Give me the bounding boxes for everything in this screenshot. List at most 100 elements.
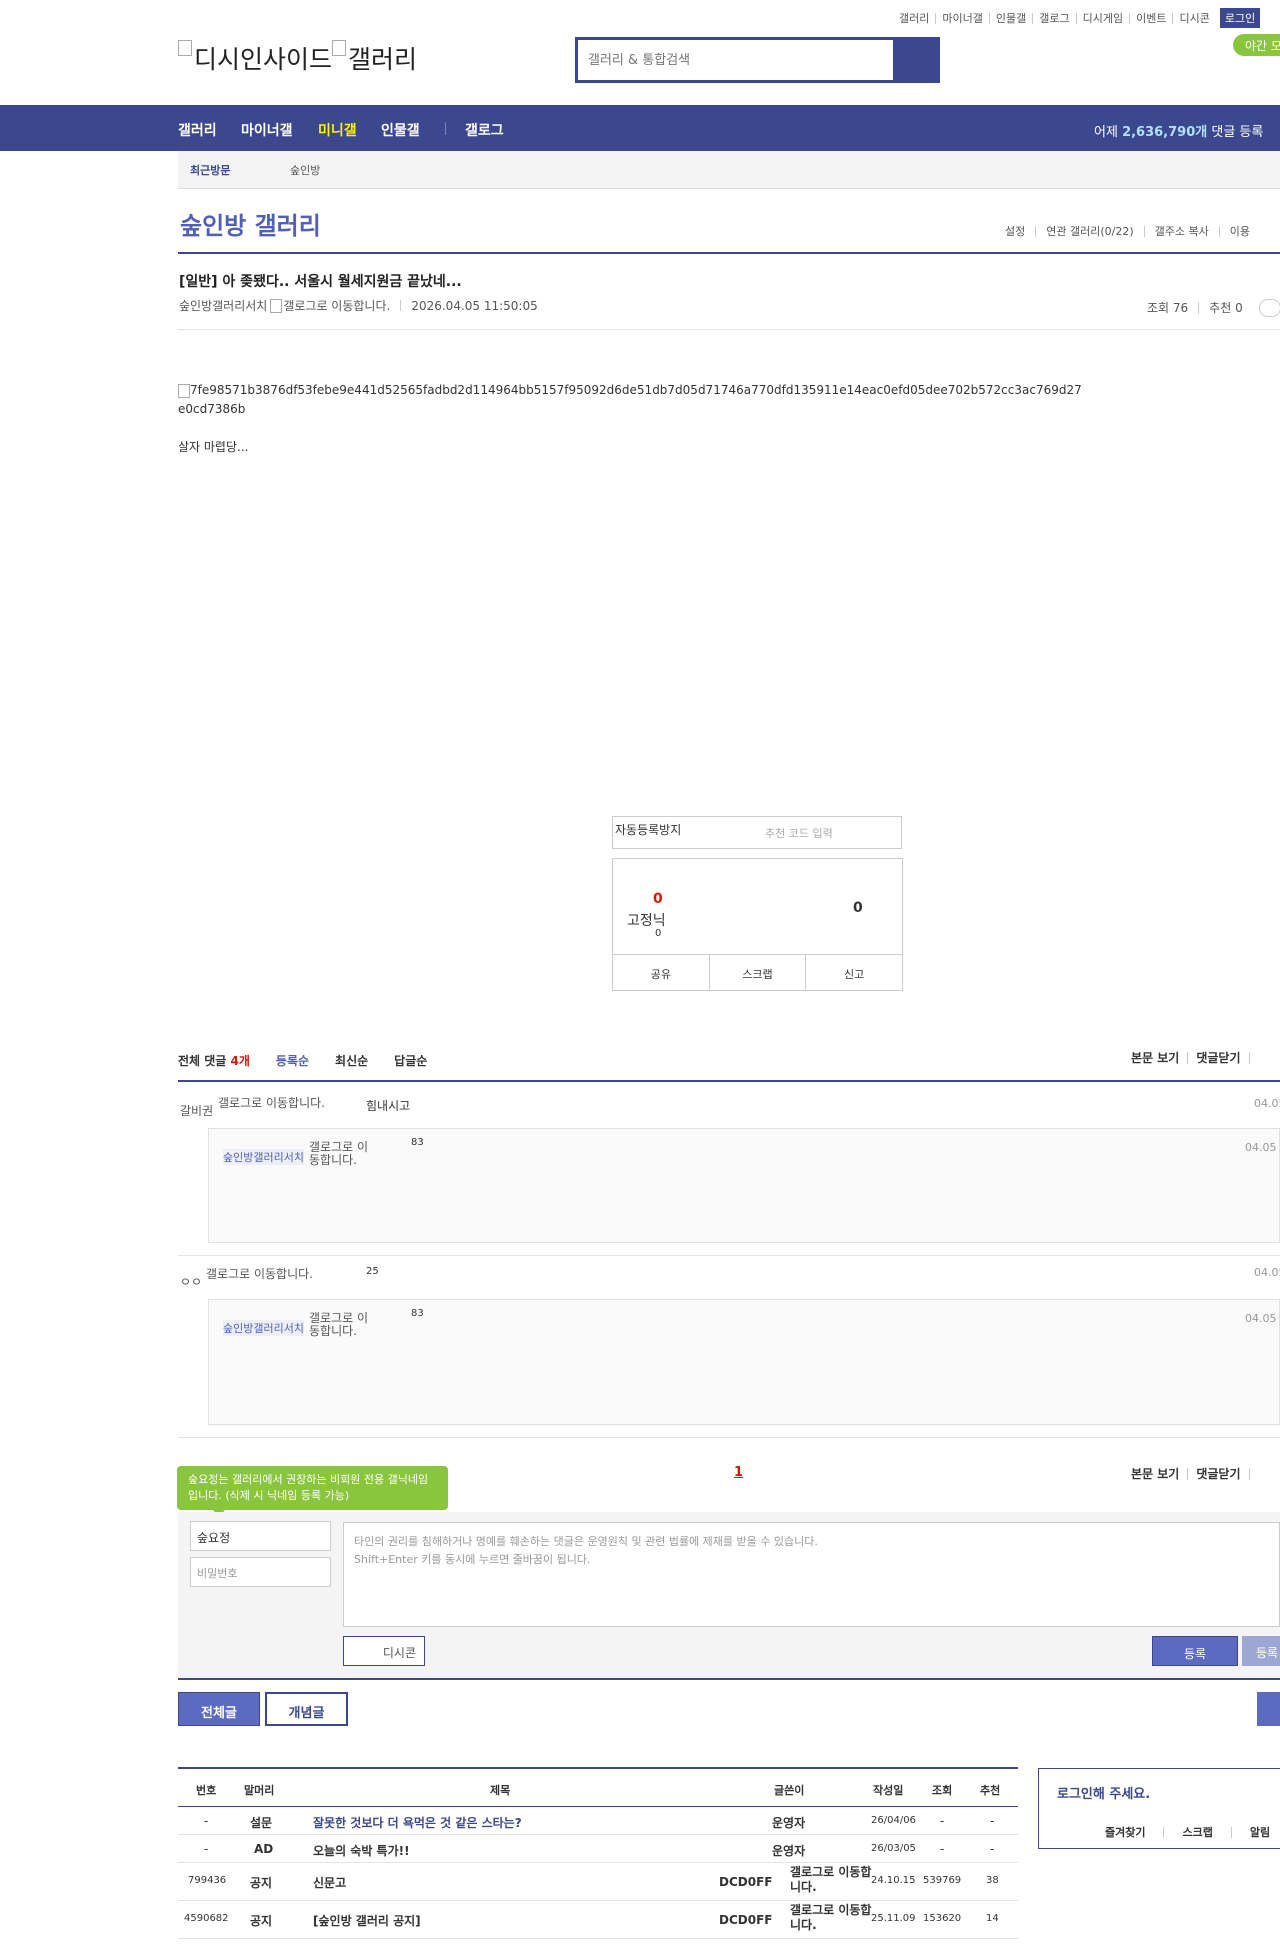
- scrap-link[interactable]: 스크랩: [1163, 1827, 1230, 1838]
- post-author[interactable]: 숲인방갤러리서치: [179, 297, 267, 314]
- post-info: 숲인방갤러리서치 갤로그로 이동합니다. 2026.04.05 11:50:05: [179, 297, 538, 314]
- gallog-link[interactable]: 갤로그로 이동합니다.: [283, 297, 390, 314]
- more-icon[interactable]: [1258, 299, 1280, 317]
- post-date: 2026.04.05 11:50:05: [411, 298, 538, 313]
- comment-gallog-link[interactable]: 갤로그로 이동합니다.: [206, 1268, 336, 1281]
- table-row[interactable]: - 설문 잘못한 것보다 더 욕먹은 것 같은 스타는? 운영자 26/04/0…: [178, 1807, 1018, 1835]
- related-galleries[interactable]: 연관 갤러리(0/22): [1035, 226, 1143, 237]
- divider: [178, 1080, 1280, 1082]
- table-row[interactable]: - AD 오늘의 숙박 특가!! 운영자 26/03/05 - -: [178, 1835, 1018, 1863]
- nav-mini[interactable]: 미니갤: [318, 120, 357, 140]
- gallery-title[interactable]: 숲인방 갤러리: [180, 206, 321, 241]
- page-number[interactable]: 1: [734, 1465, 743, 1480]
- login-prompt[interactable]: 로그인해 주세요.: [1057, 1783, 1150, 1802]
- comment-view-options-bottom: 본문 보기 댓글닫기: [1123, 1468, 1266, 1480]
- broken-image-icon: [178, 383, 190, 398]
- comment-textarea[interactable]: 타인의 권리를 침해하거나 명예를 훼손하는 댓글은 운영원칙 및 관련 법률에…: [343, 1522, 1280, 1627]
- row-title[interactable]: 오늘의 숙박 특가!!: [313, 1842, 410, 1859]
- top-link-minor[interactable]: 마이너갤: [935, 12, 988, 24]
- comment-write-box: 숲요정 비밀번호 타인의 권리를 침해하거나 명예를 훼손하는 댓글은 운영원칙…: [178, 1512, 1280, 1678]
- view-body-button[interactable]: 본문 보기: [1123, 1052, 1187, 1064]
- nick-input[interactable]: 숲요정: [190, 1521, 331, 1551]
- gallery-usage[interactable]: 이용: [1218, 226, 1260, 237]
- comment-total-count: 4개: [230, 1054, 250, 1068]
- tab-concept-posts[interactable]: 개념글: [265, 1692, 348, 1726]
- night-mode-button[interactable]: 야간 모: [1233, 34, 1280, 56]
- row-title[interactable]: 신문고: [313, 1874, 346, 1891]
- post-list: 번호 말머리 제목 글쓴이 작성일 조회 추천 - 설문 잘못한 것보다 더 욕…: [178, 1767, 1018, 1939]
- recent-visit-item[interactable]: 숲인방: [290, 162, 320, 178]
- reply-item: 숲인방갤러리서치 갤로그로 이동합니다. 83 04.05: [208, 1299, 1280, 1425]
- reply-nick[interactable]: 숲인방갤러리서치: [223, 1320, 304, 1336]
- sort-replies[interactable]: 답글순: [394, 1052, 427, 1069]
- downvote-count[interactable]: 0: [853, 900, 863, 916]
- recommend-box: 0 고정닉 0 0 공유 스크랩 신고: [612, 858, 903, 991]
- recommend-code-input[interactable]: 추천 코드 입력: [765, 825, 833, 841]
- comment-dccon: 25: [366, 1266, 379, 1277]
- comment-nick[interactable]: 갈비권: [180, 1102, 213, 1119]
- dccon-button[interactable]: 디시콘: [343, 1636, 425, 1666]
- site-logo[interactable]: 디시인사이드 갤러리: [178, 40, 417, 76]
- upvote-count[interactable]: 0: [653, 891, 663, 907]
- top-link-event[interactable]: 이벤트: [1129, 12, 1172, 24]
- recent-visit-label[interactable]: 최근방문: [190, 162, 230, 178]
- search-input[interactable]: [578, 40, 893, 80]
- password-input[interactable]: 비밀번호: [190, 1557, 331, 1587]
- divider: [178, 1255, 1280, 1256]
- main-nav: 갤러리 마이너갤 미니갤 인물갤 갤로그 어제 2,636,790개 댓글 등록: [0, 105, 1280, 151]
- favorites-link[interactable]: 즐겨찾기: [1087, 1827, 1163, 1838]
- reply-nick[interactable]: 숲인방갤러리서치: [223, 1149, 304, 1165]
- top-link-game[interactable]: 디시게임: [1075, 12, 1129, 24]
- row-title[interactable]: 잘못한 것보다 더 욕먹은 것 같은 스타는?: [313, 1814, 522, 1831]
- nick-tooltip: 숲요정는 갤러리에서 권장하는 비회원 전용 갤닉네임입니다. (삭제 시 닉네…: [177, 1466, 448, 1517]
- scrap-button[interactable]: 스크랩: [708, 955, 806, 990]
- comment-gallog-link[interactable]: 갤로그로 이동합니다.: [218, 1097, 336, 1110]
- close-comments-button[interactable]: 댓글닫기: [1187, 1052, 1248, 1064]
- nav-person[interactable]: 인물갤: [381, 120, 420, 140]
- post-stats: 조회 76 추천 0: [1137, 299, 1280, 317]
- reply-dccon: 83: [411, 1137, 424, 1148]
- nav-gallery[interactable]: 갤러리: [178, 120, 217, 140]
- comment-date: 04.05: [1254, 1097, 1280, 1110]
- top-link-dccon[interactable]: 디시콘: [1172, 12, 1215, 24]
- comment-nick[interactable]: ㅇㅇ: [180, 1273, 202, 1290]
- tab-all-posts[interactable]: 전체글: [178, 1692, 260, 1726]
- copy-gallery-address[interactable]: 갤주소 복사: [1143, 226, 1219, 237]
- top-link-gallog[interactable]: 갤로그: [1032, 12, 1075, 24]
- table-row[interactable]: 799436 공지 신문고 DCD0FF 갤로그로 이동합니다. 24.10.1…: [178, 1863, 1018, 1901]
- post-recommend: 추천 0: [1198, 302, 1253, 314]
- report-button[interactable]: 신고: [805, 955, 902, 990]
- nav-minor[interactable]: 마이너갤: [241, 120, 293, 140]
- reply-gallog-link[interactable]: 갤로그로 이동합니다.: [309, 1141, 369, 1167]
- post-body: 살자 마렵당...: [178, 440, 249, 454]
- submit-secondary-button[interactable]: 등록: [1242, 1636, 1280, 1666]
- search-button[interactable]: [893, 40, 937, 80]
- top-link-gallery[interactable]: 갤러리: [893, 13, 935, 24]
- sort-registered[interactable]: 등록순: [276, 1052, 309, 1069]
- share-button[interactable]: 공유: [613, 955, 709, 990]
- login-button[interactable]: 로그인: [1219, 8, 1261, 28]
- gallery-settings[interactable]: 설정: [995, 226, 1035, 237]
- reply-gallog-link[interactable]: 갤로그로 이동합니다.: [309, 1312, 369, 1338]
- captcha-image: 자동등록방지: [615, 823, 682, 837]
- nav-separator: [445, 122, 446, 135]
- close-comments-button[interactable]: 댓글닫기: [1187, 1468, 1248, 1480]
- divider: [178, 252, 1280, 254]
- comment-text: 힘내시고: [366, 1099, 411, 1113]
- comment-view-options: 본문 보기 댓글닫기: [1123, 1052, 1266, 1064]
- row-title[interactable]: [숲인방 갤러리 공지]: [313, 1912, 421, 1929]
- top-links: 갤러리 마이너갤 인물갤 갤로그 디시게임 이벤트 디시콘 로그인: [893, 8, 1261, 28]
- sort-latest[interactable]: 최신순: [335, 1052, 368, 1069]
- nav-gallog[interactable]: 갤로그: [465, 120, 504, 140]
- reply-date: 04.05: [1245, 1141, 1277, 1154]
- comment-item: 갈비권 갤로그로 이동합니다. 힘내시고 04.05: [178, 1095, 1280, 1119]
- notification-link[interactable]: 알림: [1230, 1827, 1280, 1838]
- submit-button[interactable]: 등록: [1152, 1636, 1238, 1666]
- view-body-button[interactable]: 본문 보기: [1123, 1468, 1187, 1480]
- top-link-person[interactable]: 인물갤: [988, 12, 1032, 24]
- recommend-code-box: 자동등록방지 추천 코드 입력: [612, 816, 902, 849]
- login-menu: 즐겨찾기 스크랩 알림: [1087, 1827, 1280, 1838]
- table-row[interactable]: 4590682 공지 [숲인방 갤러리 공지] DCD0FF 갤로그로 이동합니…: [178, 1901, 1018, 1939]
- divider: [178, 1678, 1280, 1680]
- write-button[interactable]: [1257, 1692, 1280, 1726]
